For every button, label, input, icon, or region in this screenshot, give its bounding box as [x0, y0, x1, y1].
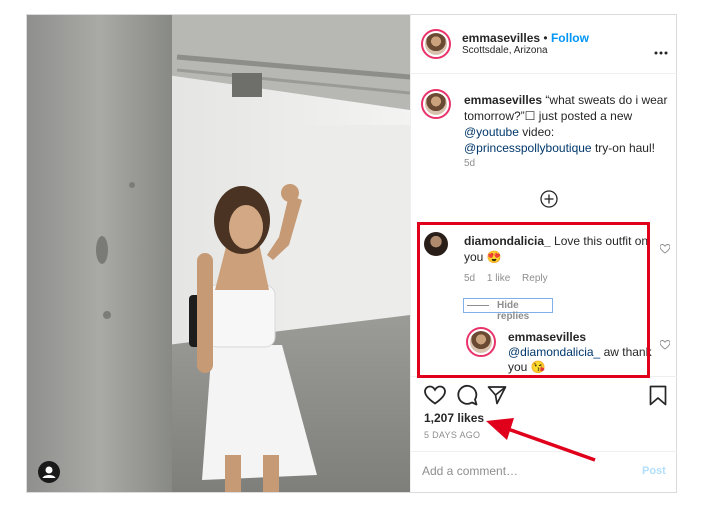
caption-age: 5d	[464, 158, 476, 169]
caption-avatar[interactable]	[421, 89, 451, 119]
tagged-user-icon[interactable]	[38, 461, 60, 483]
author-username[interactable]: emmasevilles	[462, 31, 540, 45]
arrow-annotation	[486, 418, 596, 462]
follow-button[interactable]: Follow	[551, 31, 589, 45]
header-divider	[411, 73, 677, 74]
caption-text-2: video:	[522, 125, 555, 139]
bookmark-icon[interactable]	[649, 385, 667, 411]
post-location[interactable]: Scottsdale, Arizona	[462, 45, 548, 56]
caption-mention-princesspolly[interactable]: @princesspollyboutique	[464, 141, 592, 155]
comment-bubble-icon[interactable]	[456, 384, 478, 411]
heart-icon[interactable]	[659, 337, 671, 350]
author-avatar[interactable]	[421, 29, 451, 59]
highlight-box	[417, 222, 650, 378]
post-header: emmasevilles • Follow	[462, 31, 589, 46]
header-separator: •	[543, 31, 548, 45]
share-icon[interactable]	[487, 385, 507, 410]
caption: emmasevilles “what sweats do i wear tomo…	[464, 92, 669, 156]
post-comment-button[interactable]: Post	[642, 465, 666, 477]
post-photo[interactable]	[27, 15, 410, 492]
post-time[interactable]: 5 DAYS AGO	[424, 430, 480, 440]
ellipsis-icon[interactable]	[654, 42, 668, 55]
caption-username[interactable]: emmasevilles	[464, 93, 542, 107]
plus-circle-icon[interactable]	[540, 190, 558, 208]
likes-count[interactable]: 1,207 likes	[424, 411, 484, 425]
heart-icon[interactable]	[659, 241, 671, 254]
caption-text-3: try-on haul!	[594, 141, 655, 155]
photo-illustration	[27, 15, 410, 492]
caption-mention-youtube[interactable]: @youtube	[464, 125, 519, 139]
like-heart-icon[interactable]	[424, 385, 446, 410]
